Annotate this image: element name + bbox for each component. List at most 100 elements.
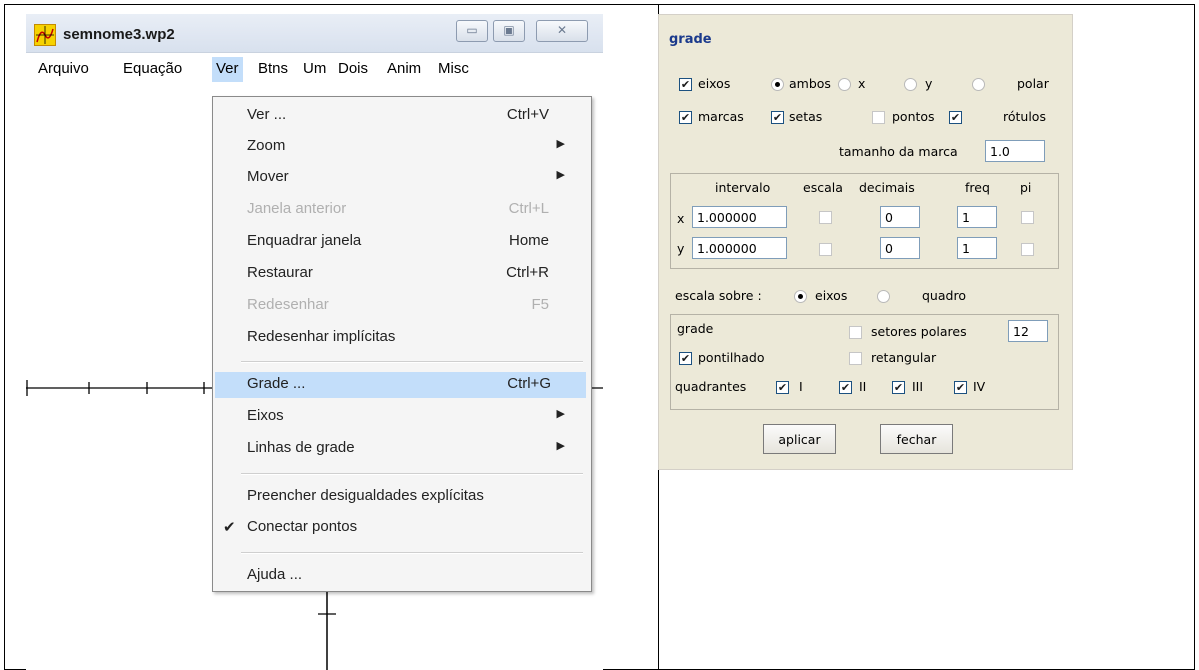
grid-label: grade: [677, 321, 714, 336]
menu-item-linhas-de-grade[interactable]: Linhas de grade ▶: [213, 436, 587, 462]
maximize-button[interactable]: ▣: [493, 20, 525, 42]
submenu-arrow-icon: ▶: [556, 169, 565, 181]
polar-radio[interactable]: [972, 78, 985, 91]
setores-polares-input[interactable]: 12: [1008, 320, 1048, 342]
setores-polares-checkbox[interactable]: [849, 326, 862, 339]
quadrant-2-label: II: [859, 379, 867, 394]
header-escala: escala: [803, 180, 843, 195]
scale-eixos-label: eixos: [815, 288, 848, 303]
rotulos-checkbox[interactable]: ✔: [949, 111, 962, 124]
tick-size-input[interactable]: 1.0: [985, 140, 1045, 162]
menu-item-mover[interactable]: Mover ▶: [213, 165, 587, 191]
x-freq-input[interactable]: 1: [957, 206, 997, 228]
menu-item-conectar-pontos[interactable]: ✔ Conectar pontos: [213, 515, 587, 541]
main-window: semnome3.wp2 ▭ ▣ ✕ Arquivo Equação Ver B…: [26, 14, 603, 670]
pontos-checkbox[interactable]: [872, 111, 885, 124]
ambos-label: ambos: [789, 76, 831, 91]
quadrant-1-checkbox[interactable]: ✔: [776, 381, 789, 394]
ambos-radio[interactable]: [771, 78, 784, 91]
x-intervalo-input[interactable]: 1.000000: [692, 206, 787, 228]
submenu-arrow-icon: ▶: [556, 440, 565, 452]
close-button[interactable]: ✕: [536, 20, 588, 42]
menu-item-redesenhar-implicitas[interactable]: Redesenhar implícitas: [213, 325, 587, 351]
menu-item-eixos[interactable]: Eixos ▶: [213, 404, 587, 430]
app-icon: [34, 24, 56, 46]
y-radio-label: y: [925, 76, 933, 91]
minimize-icon: ▭: [466, 23, 478, 37]
x-escala-checkbox[interactable]: [819, 211, 832, 224]
y-intervalo-input[interactable]: 1.000000: [692, 237, 787, 259]
menu-item-zoom[interactable]: Zoom ▶: [213, 134, 587, 160]
eixos-label: eixos: [698, 76, 731, 91]
x-radio-label: x: [858, 76, 866, 91]
apply-button[interactable]: aplicar: [763, 424, 836, 454]
dialog-title: grade: [669, 32, 712, 47]
quadrantes-label: quadrantes: [675, 379, 747, 394]
menu-anim[interactable]: Anim: [384, 60, 424, 77]
x-pi-checkbox[interactable]: [1021, 211, 1034, 224]
scale-quadro-label: quadro: [922, 288, 966, 303]
menu-um[interactable]: Um: [300, 60, 329, 77]
pontilhado-checkbox[interactable]: ✔: [679, 352, 692, 365]
header-pi: pi: [1020, 180, 1032, 195]
title-bar[interactable]: semnome3.wp2 ▭ ▣ ✕: [26, 14, 603, 53]
x-decimais-input[interactable]: 0: [880, 206, 920, 228]
pontilhado-label: pontilhado: [698, 350, 765, 365]
x-radio[interactable]: [838, 78, 851, 91]
check-icon: ✔: [223, 519, 236, 536]
y-freq-input[interactable]: 1: [957, 237, 997, 259]
y-radio[interactable]: [904, 78, 917, 91]
quadrant-4-checkbox[interactable]: ✔: [954, 381, 967, 394]
menu-item-enquadrar-janela[interactable]: Enquadrar janela Home: [213, 229, 587, 255]
quadrant-1-label: I: [799, 379, 803, 394]
menu-bar: Arquivo Equação Ver Btns Um Dois Anim Mi…: [26, 54, 603, 84]
menu-item-restaurar[interactable]: Restaurar Ctrl+R: [213, 261, 587, 287]
header-decimais: decimais: [859, 180, 915, 195]
menu-item-preencher-desigualdades[interactable]: Preencher desigualdades explícitas: [213, 484, 587, 510]
quadrant-3-label: III: [912, 379, 924, 394]
menu-separator: [241, 552, 583, 554]
quadrant-4-label: IV: [973, 379, 986, 394]
header-freq: freq: [965, 180, 990, 195]
scale-on-label: escala sobre :: [675, 288, 762, 303]
setas-checkbox[interactable]: ✔: [771, 111, 784, 124]
menu-item-janela-anterior: Janela anterior Ctrl+L: [247, 200, 549, 217]
quadrant-2-checkbox[interactable]: ✔: [839, 381, 852, 394]
retangular-checkbox[interactable]: [849, 352, 862, 365]
close-icon: ✕: [556, 23, 568, 37]
menu-item-ver[interactable]: Ver ... Ctrl+V: [213, 103, 587, 129]
pontos-label: pontos: [892, 109, 935, 124]
menu-item-grade[interactable]: Grade ... Ctrl+G: [215, 372, 586, 398]
menu-btns[interactable]: Btns: [255, 60, 291, 77]
quadrant-3-checkbox[interactable]: ✔: [892, 381, 905, 394]
y-decimais-input[interactable]: 0: [880, 237, 920, 259]
header-intervalo: intervalo: [715, 180, 771, 195]
marcas-checkbox[interactable]: ✔: [679, 111, 692, 124]
submenu-arrow-icon: ▶: [556, 408, 565, 420]
menu-item-redesenhar: Redesenhar F5: [247, 296, 549, 313]
menu-separator: [241, 473, 583, 475]
eixos-checkbox[interactable]: ✔: [679, 78, 692, 91]
y-pi-checkbox[interactable]: [1021, 243, 1034, 256]
row-y-label: y: [677, 241, 685, 256]
menu-equacao[interactable]: Equação: [120, 60, 185, 77]
close-dialog-button[interactable]: fechar: [880, 424, 953, 454]
menu-dois[interactable]: Dois: [335, 60, 371, 77]
setas-label: setas: [789, 109, 823, 124]
ver-dropdown-menu: Ver ... Ctrl+V Zoom ▶ Mover ▶ Janela ant…: [212, 96, 592, 592]
rotulos-label: rótulos: [1003, 109, 1046, 124]
menu-ver[interactable]: Ver: [212, 57, 243, 82]
marcas-label: marcas: [698, 109, 744, 124]
minimize-button[interactable]: ▭: [456, 20, 488, 42]
scale-quadro-radio[interactable]: [877, 290, 890, 303]
retangular-label: retangular: [871, 350, 937, 365]
menu-arquivo[interactable]: Arquivo: [35, 60, 92, 77]
grade-dialog: grade ✔ eixos ambos x y polar ✔ marcas ✔…: [658, 14, 1073, 470]
y-escala-checkbox[interactable]: [819, 243, 832, 256]
scale-eixos-radio[interactable]: [794, 290, 807, 303]
polar-label: polar: [1017, 76, 1049, 91]
menu-item-ajuda[interactable]: Ajuda ...: [213, 563, 587, 589]
menu-misc[interactable]: Misc: [435, 60, 472, 77]
menu-separator: [241, 361, 583, 363]
maximize-icon: ▣: [503, 23, 515, 37]
